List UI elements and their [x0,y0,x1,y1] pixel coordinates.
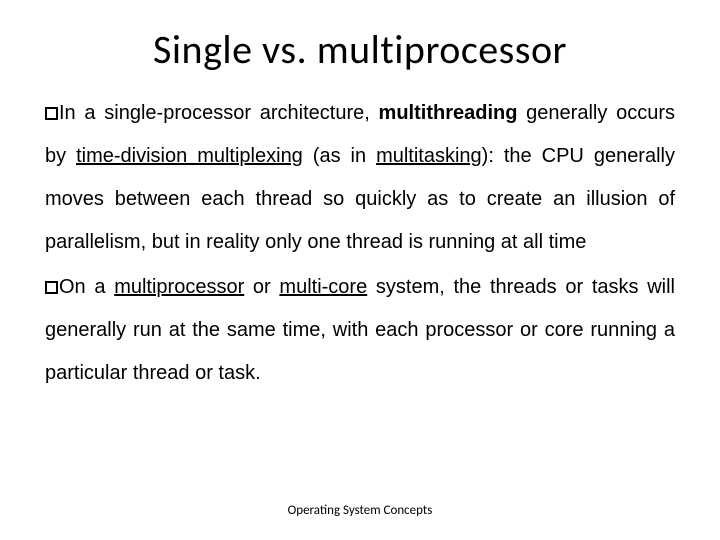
slide-body: In a single-processor architecture, mult… [45,92,675,397]
link-multitasking[interactable]: multitasking [376,145,482,167]
slide-footer: Operating System Concepts [45,503,675,518]
text-run: or [244,276,279,298]
text-run: (as in [303,145,376,167]
text-bold: multithreading [379,102,518,124]
link-time-division-multiplexing[interactable]: time-division multiplexing [76,145,303,167]
link-multiprocessor[interactable]: multiprocessor [114,276,244,298]
square-bullet-icon [45,107,58,120]
bullet-paragraph-1: In a single-processor architecture, mult… [45,92,675,264]
link-multi-core[interactable]: multi-core [279,276,367,298]
text-run: In a single-processor architecture, [59,102,379,124]
slide: Single vs. multiprocessor In a single-pr… [0,0,720,540]
square-bullet-icon [45,281,58,294]
text-run: On a [59,276,114,298]
bullet-paragraph-2: On a multiprocessor or multi-core system… [45,266,675,395]
slide-title: Single vs. multiprocessor [45,25,675,74]
